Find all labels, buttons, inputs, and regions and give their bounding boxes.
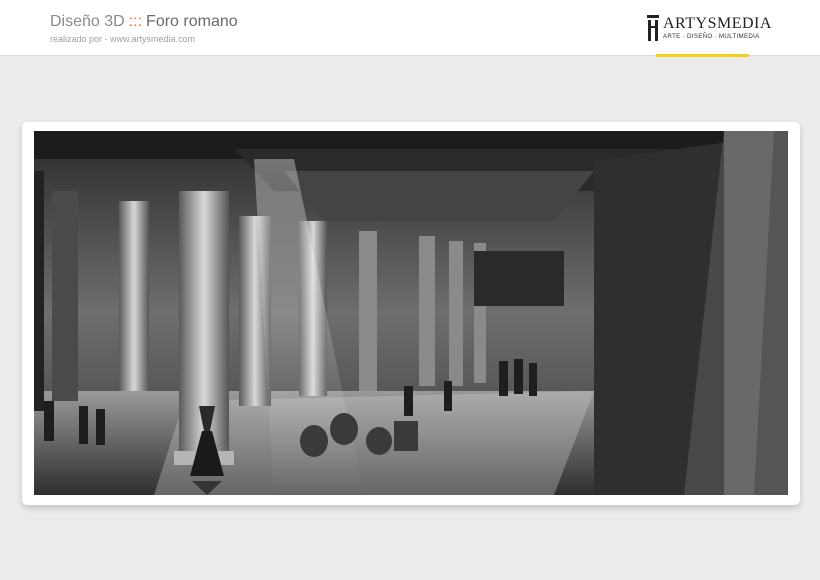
site-header: Diseño 3D::: Foro romano realizado por - … bbox=[0, 0, 820, 57]
logo-tagline: ARTE · DISEÑO · MULTIMEDIA bbox=[663, 33, 760, 40]
logo-accent-bar bbox=[656, 54, 749, 57]
credit-link[interactable]: realizado por - www.artysmedia.com bbox=[50, 34, 195, 44]
project-name: Foro romano bbox=[146, 13, 238, 30]
logo-mark-icon bbox=[647, 15, 659, 41]
render-illustration bbox=[34, 131, 788, 495]
title-separator: ::: bbox=[128, 13, 143, 30]
logo-name: ARTYSMEDIA bbox=[663, 15, 772, 32]
category-label: Diseño 3D bbox=[50, 13, 125, 30]
page-title: Diseño 3D::: Foro romano bbox=[50, 13, 238, 31]
image-card bbox=[22, 122, 800, 505]
forum-render-image[interactable] bbox=[34, 131, 788, 495]
brand-logo[interactable]: ARTYSMEDIA ARTE · DISEÑO · MULTIMEDIA bbox=[646, 14, 771, 44]
